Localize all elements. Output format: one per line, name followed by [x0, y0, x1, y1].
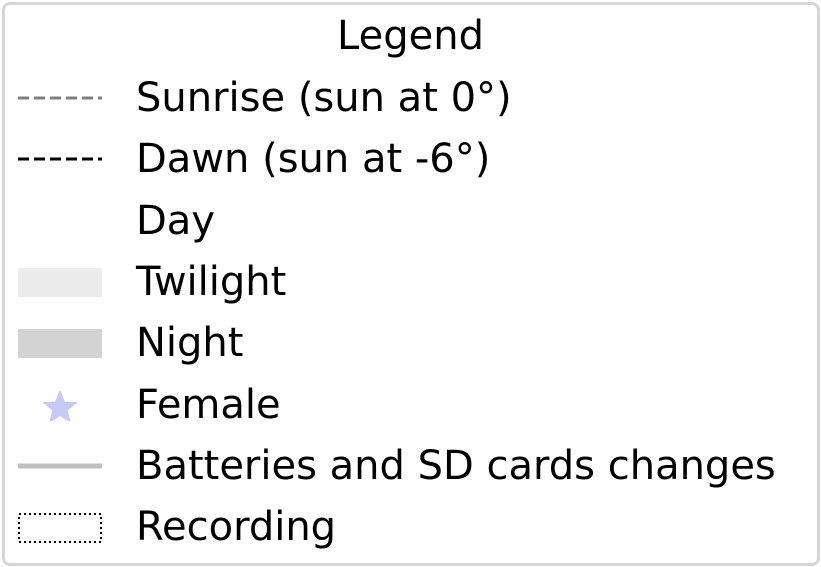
legend-label: Recording	[136, 504, 337, 551]
legend-label: Day	[136, 197, 215, 244]
legend-title: Legend	[337, 13, 484, 59]
legend-box-marker	[18, 513, 102, 544]
legend-label: Night	[136, 320, 244, 367]
legend-label: Dawn (sun at -6°)	[136, 136, 491, 183]
star-icon	[41, 390, 79, 421]
legend-entry: Twilight	[0, 260, 821, 321]
legend-entry: Batteries and SD cards changes	[0, 444, 821, 505]
female-marker	[41, 390, 79, 421]
legend-entry: Sunrise (sun at 0°)	[0, 76, 821, 137]
legend-entry: Night	[0, 321, 821, 382]
recording-marker	[18, 513, 102, 544]
night-marker	[18, 329, 102, 359]
legend-label: Batteries and SD cards changes	[136, 442, 776, 489]
legend-patch	[18, 267, 102, 297]
dawn-sun-at-6-marker	[18, 157, 102, 161]
sunrise-sun-at-0-marker	[18, 96, 102, 100]
legend-entry: Female	[0, 383, 821, 444]
batteries-and-sd-cards-changes-marker	[18, 463, 102, 469]
legend-label: Female	[136, 381, 281, 428]
legend-patch	[18, 206, 102, 236]
legend-entry: Dawn (sun at -6°)	[0, 137, 821, 198]
legend-patch	[18, 329, 102, 359]
day-marker	[18, 206, 102, 236]
legend-label: Twilight	[136, 258, 287, 305]
legend-entry: Recording	[0, 505, 821, 566]
legend-entry: Day	[0, 199, 821, 260]
legend-label: Sunrise (sun at 0°)	[136, 75, 512, 121]
twilight-marker	[18, 267, 102, 297]
